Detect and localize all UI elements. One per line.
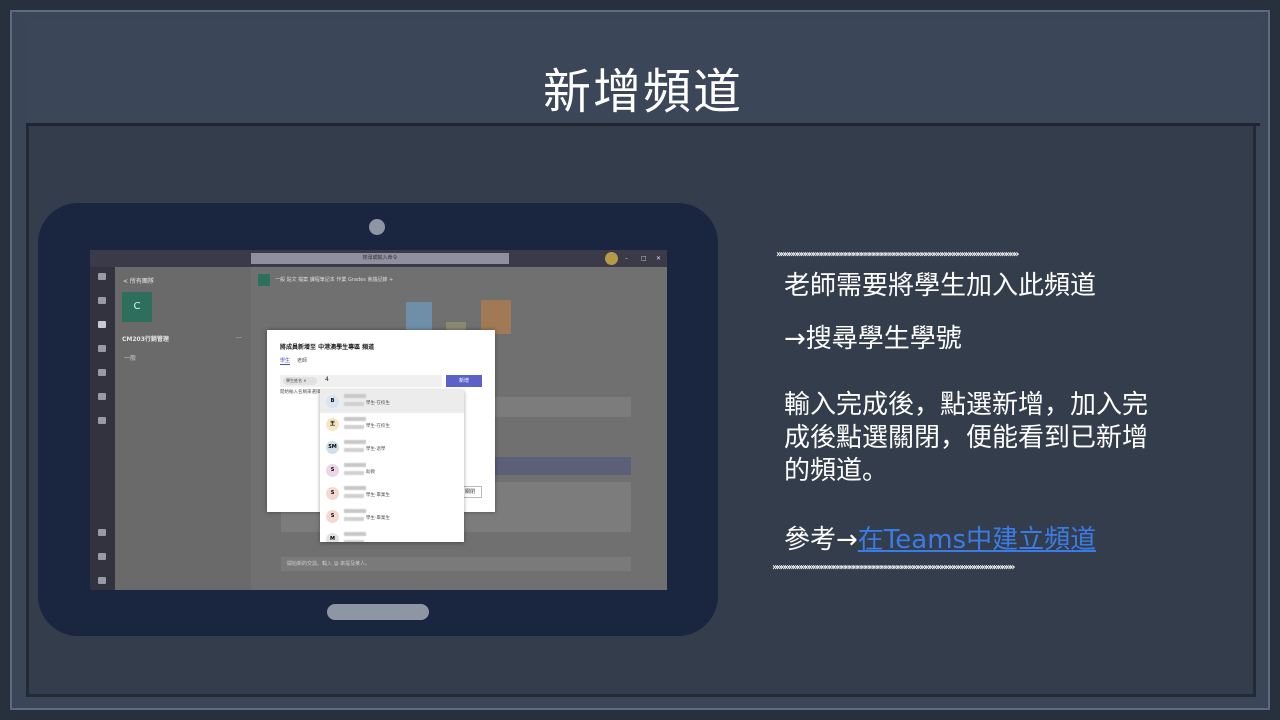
apps-icon[interactable] [98, 529, 106, 536]
calendar-icon[interactable] [98, 369, 106, 376]
suggestion-role: 學生·退學 [366, 447, 386, 452]
suggestion-avatar: S [326, 510, 339, 523]
instruction-line-5: 的頻道。 [784, 456, 889, 486]
minimize-icon[interactable]: – [625, 255, 628, 262]
dialog-hint: 開始輸入名稱來選擇 [280, 390, 321, 395]
tablet-home-button [327, 604, 429, 620]
selected-member-chip[interactable]: 學生姓名 × [283, 377, 317, 385]
instruction-line-2: →搜尋學生學號 [784, 324, 962, 354]
suggestion-name-blurred [344, 417, 366, 421]
suggestion-id-blurred [344, 517, 364, 521]
suggestion-avatar: 王 [326, 418, 339, 431]
suggestion-item[interactable]: 王 學生·在校生 [320, 413, 464, 436]
suggestion-name-blurred [344, 394, 366, 398]
maximize-icon[interactable]: □ [641, 255, 647, 262]
instruction-line-1: 老師需要將學生加入此頻道 [784, 271, 1097, 301]
user-avatar[interactable] [605, 252, 618, 265]
help-icon[interactable] [98, 553, 106, 560]
teams-icon[interactable] [98, 321, 106, 328]
arrow-divider-top: »»»»»»»»»»»»»»»»»»»»»»»»»»»»»»»»»»»»»»»»… [776, 250, 1019, 260]
instruction-line-3: 輸入完成後，點選新增，加入完 [784, 390, 1149, 420]
suggestion-item[interactable]: SM 學生·退學 [320, 436, 464, 459]
reference-link[interactable]: 在Teams中建立頻道 [858, 525, 1096, 555]
channel-tabs[interactable]: 一般 貼文 檔案 課程筆記本 作業 Grades 會議記錄 + [275, 276, 393, 283]
device-icon[interactable] [98, 577, 106, 584]
suggestion-name-blurred [344, 463, 366, 467]
suggestion-item[interactable]: S 學生·畢業生 [320, 482, 464, 505]
suggestion-avatar: B [326, 395, 339, 408]
team-name[interactable]: CM203行銷管理 [122, 334, 169, 343]
reference-line: 參考→在Teams中建立頻道 [784, 524, 1096, 557]
member-search-input[interactable]: 學生姓名 × 4 [280, 375, 442, 387]
channel-general[interactable]: 一般 [124, 353, 136, 362]
suggestion-id-blurred [344, 540, 364, 542]
suggestion-role: 學生·在校生 [366, 401, 390, 406]
suggestion-id-blurred [344, 471, 364, 475]
suggestion-id-blurred [344, 494, 364, 498]
title-bar: 新增頻道 [26, 22, 1260, 126]
suggestion-avatar: S [326, 464, 339, 477]
suggestion-role: 學生·畢業生 [366, 493, 390, 498]
teams-title-bar: 搜尋或輸入命令 – □ ✕ [90, 250, 667, 267]
suggestion-name-blurred [344, 486, 366, 490]
suggestion-id-blurred [344, 448, 364, 452]
typed-text: 4 [325, 376, 329, 383]
assignments-icon[interactable] [98, 345, 106, 352]
instruction-line-4: 成後點選關閉，便能看到已新增 [784, 423, 1149, 453]
team-avatar: C [122, 292, 152, 322]
channel-avatar [258, 274, 270, 286]
suggestion-role: 學生·畢業生 [366, 516, 390, 521]
suggestion-name-blurred [344, 532, 366, 536]
calls-icon[interactable] [98, 393, 106, 400]
suggestion-id-blurred [344, 425, 364, 429]
suggestion-item[interactable]: S 學生·畢業生 [320, 505, 464, 528]
suggestion-name-blurred [344, 440, 366, 444]
suggestion-item[interactable]: M [320, 528, 464, 542]
teams-channel-sidebar: < 所有團隊 C CM203行銷管理 ... 一般 [115, 267, 251, 590]
suggestion-name-blurred [344, 509, 366, 513]
back-to-teams-link[interactable]: < 所有團隊 [123, 276, 154, 285]
compose-box[interactable]: 開始新的交談。輸入 @ 來提及某人。 [281, 557, 631, 571]
dialog-title: 將成員新增至 中港澳學生專區 頻道 [280, 344, 375, 351]
tab-students[interactable]: 學生 [280, 357, 291, 365]
suggestion-item[interactable]: B 學生·在校生 [320, 390, 464, 413]
teams-screenshot: 搜尋或輸入命令 – □ ✕ < 所有團隊 C CM203行銷管理 ... 一般 [90, 250, 667, 590]
team-more-icon[interactable]: ... [236, 333, 242, 340]
teams-search-input[interactable]: 搜尋或輸入命令 [251, 253, 509, 264]
reference-prefix: 參考→ [784, 525, 858, 555]
instruction-panel: »»»»»»»»»»»»»»»»»»»»»»»»»»»»»»»»»»»»»»»»… [768, 240, 1202, 585]
chat-icon[interactable] [98, 297, 106, 304]
activity-icon[interactable] [98, 273, 106, 280]
close-window-icon[interactable]: ✕ [656, 255, 661, 262]
suggestion-avatar: S [326, 487, 339, 500]
files-icon[interactable] [98, 417, 106, 424]
teams-app-rail [90, 267, 115, 590]
tablet-camera [369, 219, 385, 235]
add-button[interactable]: 新增 [446, 375, 482, 387]
suggestion-role: 助教 [366, 470, 375, 475]
suggestion-avatar: SM [326, 441, 339, 454]
member-suggestions: B 學生·在校生王學生·在校生 SM 學生·退學 S 助教 S 學生·畢業生 S 學生·畢業生 M [320, 390, 464, 542]
suggestion-role: 學生·在校生 [366, 424, 390, 429]
arrow-divider-bottom: »»»»»»»»»»»»»»»»»»»»»»»»»»»»»»»»»»»»»»»»… [772, 563, 1015, 573]
tab-teachers[interactable]: 老師 [297, 357, 307, 364]
suggestion-item[interactable]: S 助教 [320, 459, 464, 482]
tablet-mockup: 搜尋或輸入命令 – □ ✕ < 所有團隊 C CM203行銷管理 ... 一般 [38, 203, 718, 636]
slide-title: 新增頻道 [542, 64, 743, 120]
suggestion-id-blurred [344, 402, 364, 406]
suggestion-avatar: M [326, 533, 339, 542]
